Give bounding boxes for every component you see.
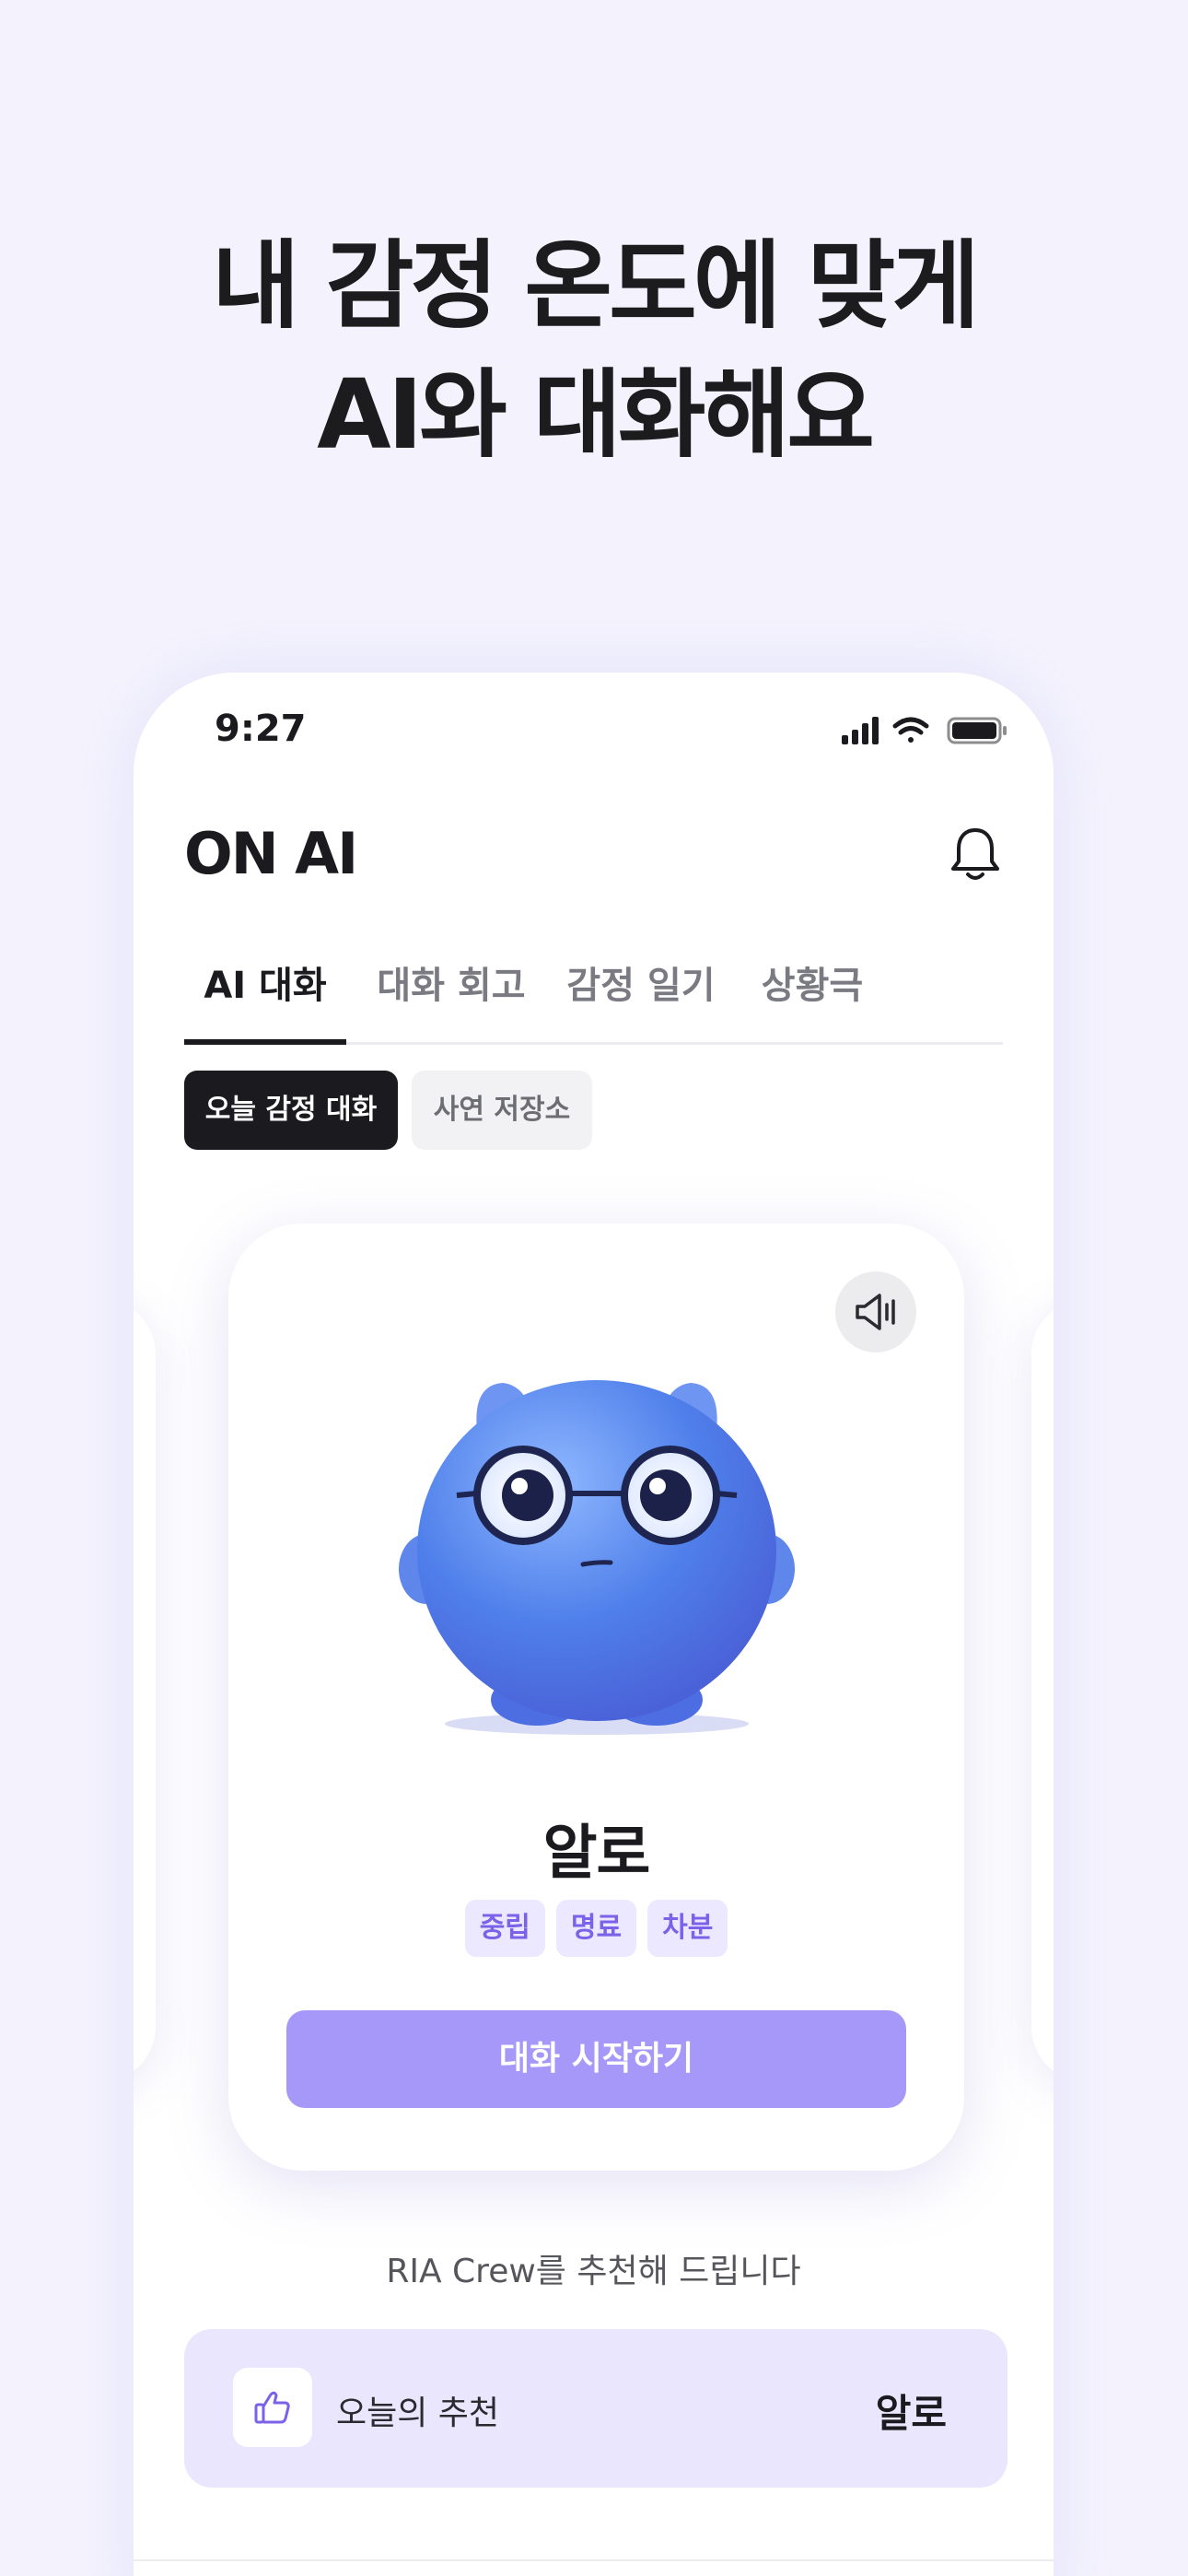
headline-line-2: AI와 대화해요 [317, 358, 875, 471]
headline-line-1: 내 감정 온도에 맞게 [211, 229, 980, 342]
thumbs-up-icon [254, 2391, 290, 2424]
tab-roleplay[interactable]: 상황극 [748, 949, 877, 1045]
character-card: 알로 중립 명료 차분 대화 시작하기 [228, 1224, 964, 2171]
tab-chat-review[interactable]: 대화 회고 [367, 949, 536, 1045]
today-value: 알로 [875, 2391, 947, 2436]
bottom-divider [134, 2559, 1054, 2561]
today-label: 오늘의 추천 [336, 2395, 500, 2432]
carousel-prev-card[interactable] [134, 1299, 156, 2082]
tag-clear: 명료 [555, 1900, 637, 1957]
phone-mockup: 9:27 ON AI AI 대화 대화 회고 감정 일기 상황극 오늘 감정 대… [134, 673, 1054, 2576]
thumb-badge [233, 2368, 312, 2447]
tab-bar: AI 대화 대화 회고 감정 일기 상황극 [184, 949, 1003, 1045]
bell-icon[interactable] [948, 825, 1003, 884]
mascot-illustration [399, 1380, 795, 1735]
active-tab-indicator [184, 1039, 346, 1045]
speaker-button[interactable] [835, 1271, 916, 1352]
signal-icon [842, 717, 879, 744]
tab-emotion-diary[interactable]: 감정 일기 [556, 949, 726, 1045]
tag-calm: 차분 [647, 1900, 728, 1957]
tag-neutral: 중립 [464, 1900, 545, 1957]
carousel-next-card[interactable] [1031, 1299, 1054, 2082]
character-name: 알로 [542, 1820, 651, 1888]
start-chat-button[interactable]: 대화 시작하기 [286, 2010, 906, 2108]
today-recommendation[interactable]: 오늘의 추천 알로 [184, 2329, 1007, 2488]
recommend-text: RIA Crew를 추천해 드립니다 [386, 2253, 801, 2290]
tab-ai-chat[interactable]: AI 대화 [184, 949, 346, 1045]
chip-story-storage[interactable]: 사연 저장소 [412, 1071, 592, 1150]
headline: 내 감정 온도에 맞게 AI와 대화해요 [0, 221, 1188, 479]
character-tags: 중립 명료 차분 [228, 1900, 964, 1957]
chip-today-emotion-chat[interactable]: 오늘 감정 대화 [184, 1071, 398, 1150]
battery-icon [947, 717, 1007, 744]
wifi-icon [892, 717, 929, 743]
status-icons [842, 715, 1017, 746]
app-title: ON AI [184, 820, 358, 887]
speaker-icon [856, 1294, 895, 1330]
status-time: 9:27 [215, 708, 307, 750]
